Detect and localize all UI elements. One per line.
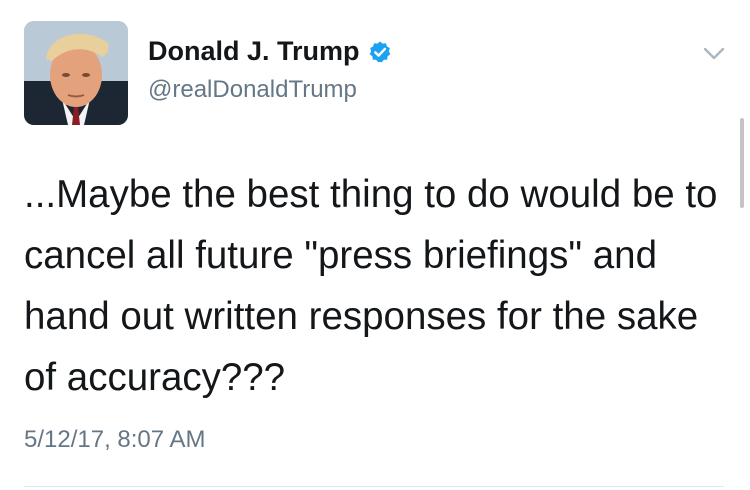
chevron-down-icon[interactable]: [701, 44, 727, 64]
author-name-row[interactable]: Donald J. Trump: [148, 36, 392, 67]
tweet-timestamp[interactable]: 5/12/17, 8:07 AM: [24, 426, 205, 454]
verified-badge-icon: [368, 40, 392, 64]
divider: [24, 486, 724, 487]
avatar[interactable]: [24, 21, 128, 125]
tweet-card: Donald J. Trump @realDonaldTrump ...Mayb…: [0, 0, 750, 490]
author-name[interactable]: Donald J. Trump: [148, 36, 360, 67]
scrollbar[interactable]: [740, 118, 744, 208]
tweet-text: ...Maybe the best thing to do would be t…: [24, 173, 718, 399]
author-handle[interactable]: @realDonaldTrump: [148, 76, 357, 104]
